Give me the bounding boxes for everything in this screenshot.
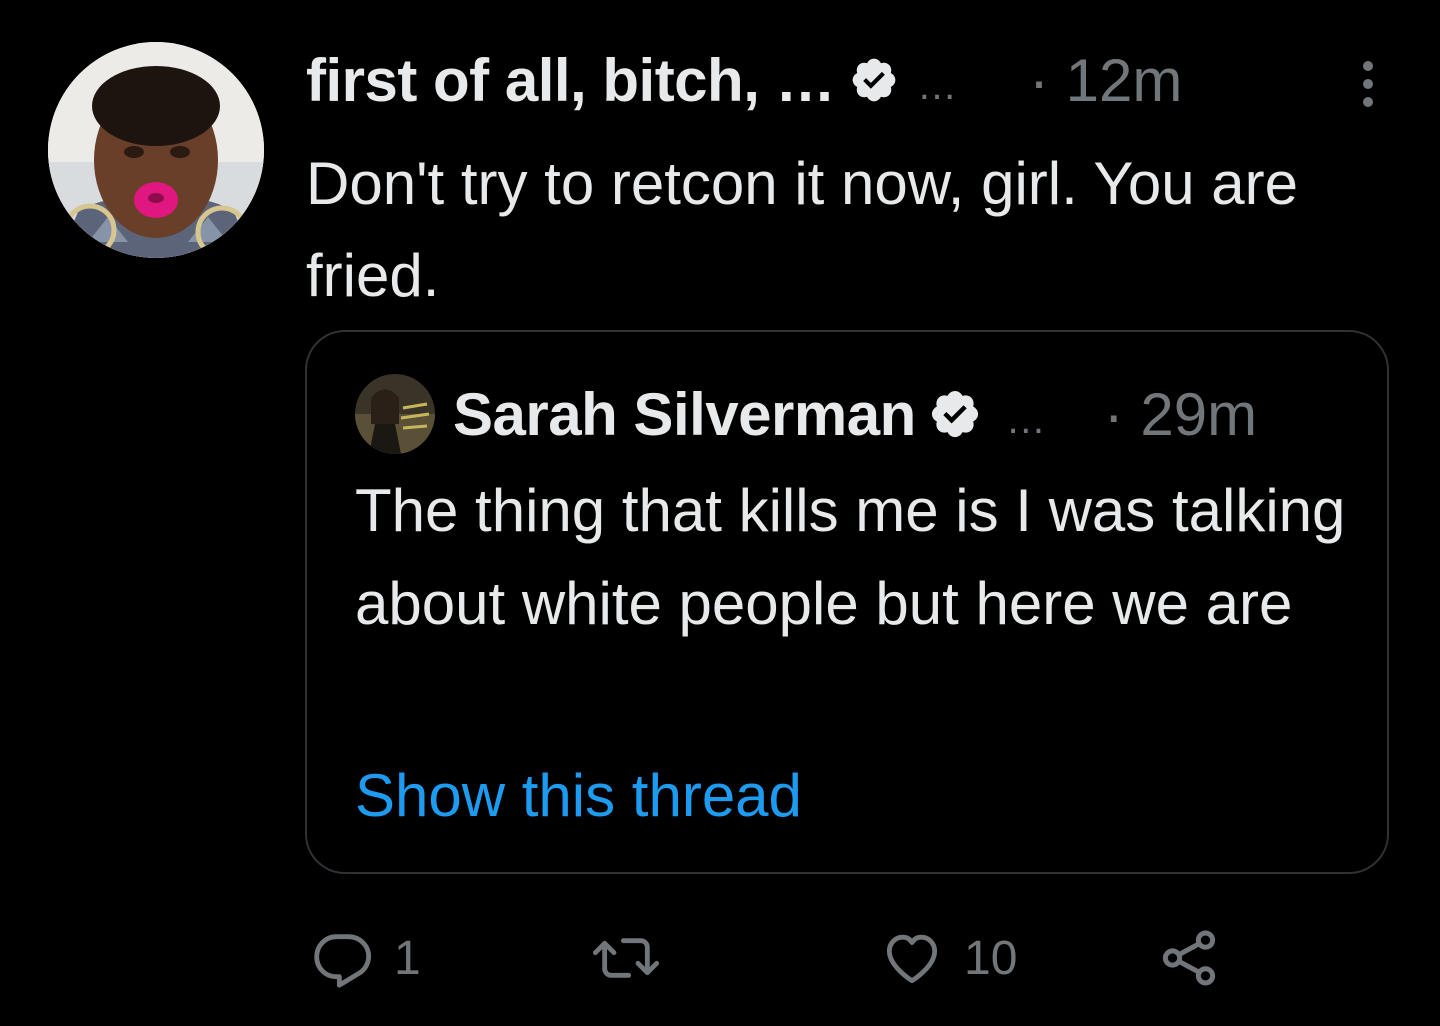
tweet-text: Don't try to retcon it now, girl. You ar… — [306, 150, 1298, 309]
reply-button[interactable]: 1 — [310, 918, 421, 998]
show-thread-link[interactable]: Show this thread — [355, 752, 802, 840]
quoted-tweet-text: The thing that kills me is I was talking… — [355, 477, 1346, 637]
name-overflow-ellipsis: … — [917, 63, 958, 108]
retweet-icon — [588, 926, 664, 990]
quoted-tweet-timestamp[interactable]: · 29m — [1104, 380, 1257, 449]
like-button[interactable]: 10 — [880, 918, 1017, 998]
quoted-author-name[interactable]: Sarah Silverman — [453, 380, 916, 449]
quoted-avatar-photo — [355, 374, 435, 454]
verified-badge-icon — [849, 55, 899, 105]
quoted-author-avatar[interactable] — [355, 374, 435, 454]
tweet-timestamp[interactable]: · 12m — [1029, 46, 1182, 115]
like-count: 10 — [964, 931, 1018, 985]
verified-badge-icon — [928, 387, 982, 441]
tweet-action-bar: 1 10 — [306, 918, 1306, 998]
reply-icon — [310, 926, 374, 990]
name-overflow-ellipsis: … — [1005, 397, 1046, 442]
tweet-header: first of all, bitch, … … · 12m — [306, 40, 1386, 120]
quoted-tweet-header: Sarah Silverman … · 29m — [355, 370, 1257, 458]
author-name[interactable]: first of all, bitch, … — [306, 46, 836, 115]
retweet-button[interactable] — [588, 918, 684, 998]
author-avatar[interactable] — [48, 42, 264, 258]
quoted-tweet-card[interactable]: Sarah Silverman … · 29m The thing that k… — [305, 330, 1389, 874]
more-vertical-icon[interactable] — [1358, 54, 1378, 114]
share-icon — [1156, 925, 1222, 991]
reply-count: 1 — [394, 931, 421, 985]
heart-icon — [880, 926, 944, 990]
avatar-photo — [48, 42, 264, 258]
share-button[interactable] — [1156, 918, 1222, 998]
